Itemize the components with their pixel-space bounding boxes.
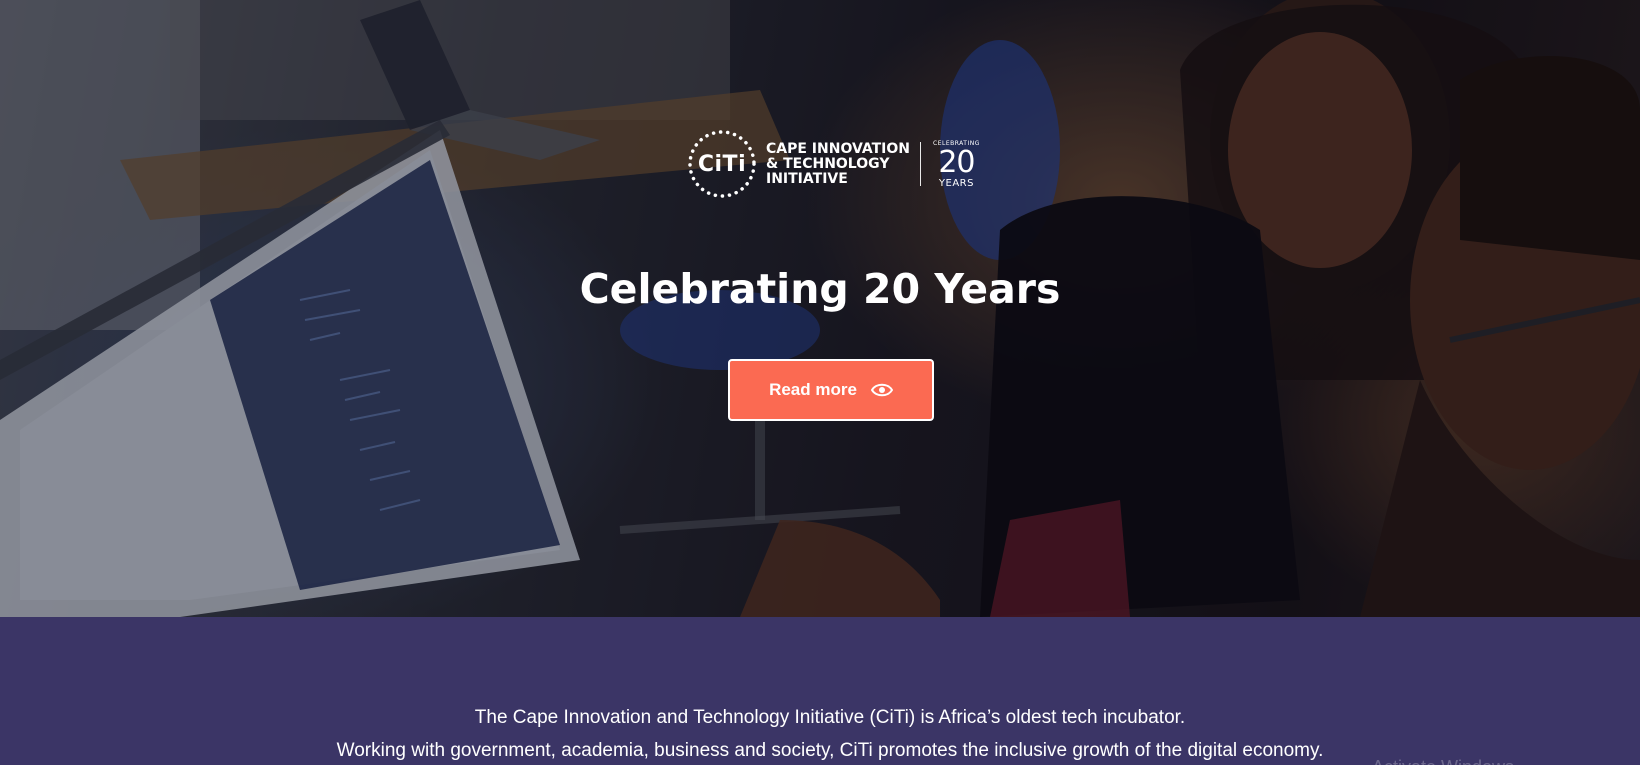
eye-icon <box>870 383 893 397</box>
hero-title: Celebrating 20 Years <box>579 265 1061 313</box>
badge-years: YEARS <box>938 177 974 189</box>
intro-section: The Cape Innovation and Technology Initi… <box>0 617 1640 765</box>
logo-name-line-2: & TECHNOLOGY <box>766 155 890 172</box>
logo-mark-text: CiTi <box>697 151 747 177</box>
logo-name-line-3: INITIATIVE <box>766 170 848 187</box>
read-more-label: Read more <box>769 380 857 399</box>
logo-name-line-1: CAPE INNOVATION <box>766 140 910 157</box>
badge-number: 20 <box>938 144 975 180</box>
activate-windows-watermark: Activate Windows <box>1372 757 1514 765</box>
hero-banner: CiTi CAPE INNOVATION & TECHNOLOGY INITIA… <box>0 0 1640 617</box>
citi-logo[interactable]: CiTi CAPE INNOVATION & TECHNOLOGY INITIA… <box>686 128 986 200</box>
logo-organization-name: CAPE INNOVATION & TECHNOLOGY INITIATIVE <box>766 140 910 187</box>
intro-line-1: The Cape Innovation and Technology Initi… <box>474 707 1186 728</box>
read-more-button[interactable]: Read more <box>728 359 934 421</box>
anniversary-badge: CELEBRATING 20 YEARS <box>933 140 980 189</box>
page: CiTi CAPE INNOVATION & TECHNOLOGY INITIA… <box>0 0 1640 765</box>
logo-divider <box>920 142 921 186</box>
citi-logo-mark: CiTi <box>686 128 758 200</box>
